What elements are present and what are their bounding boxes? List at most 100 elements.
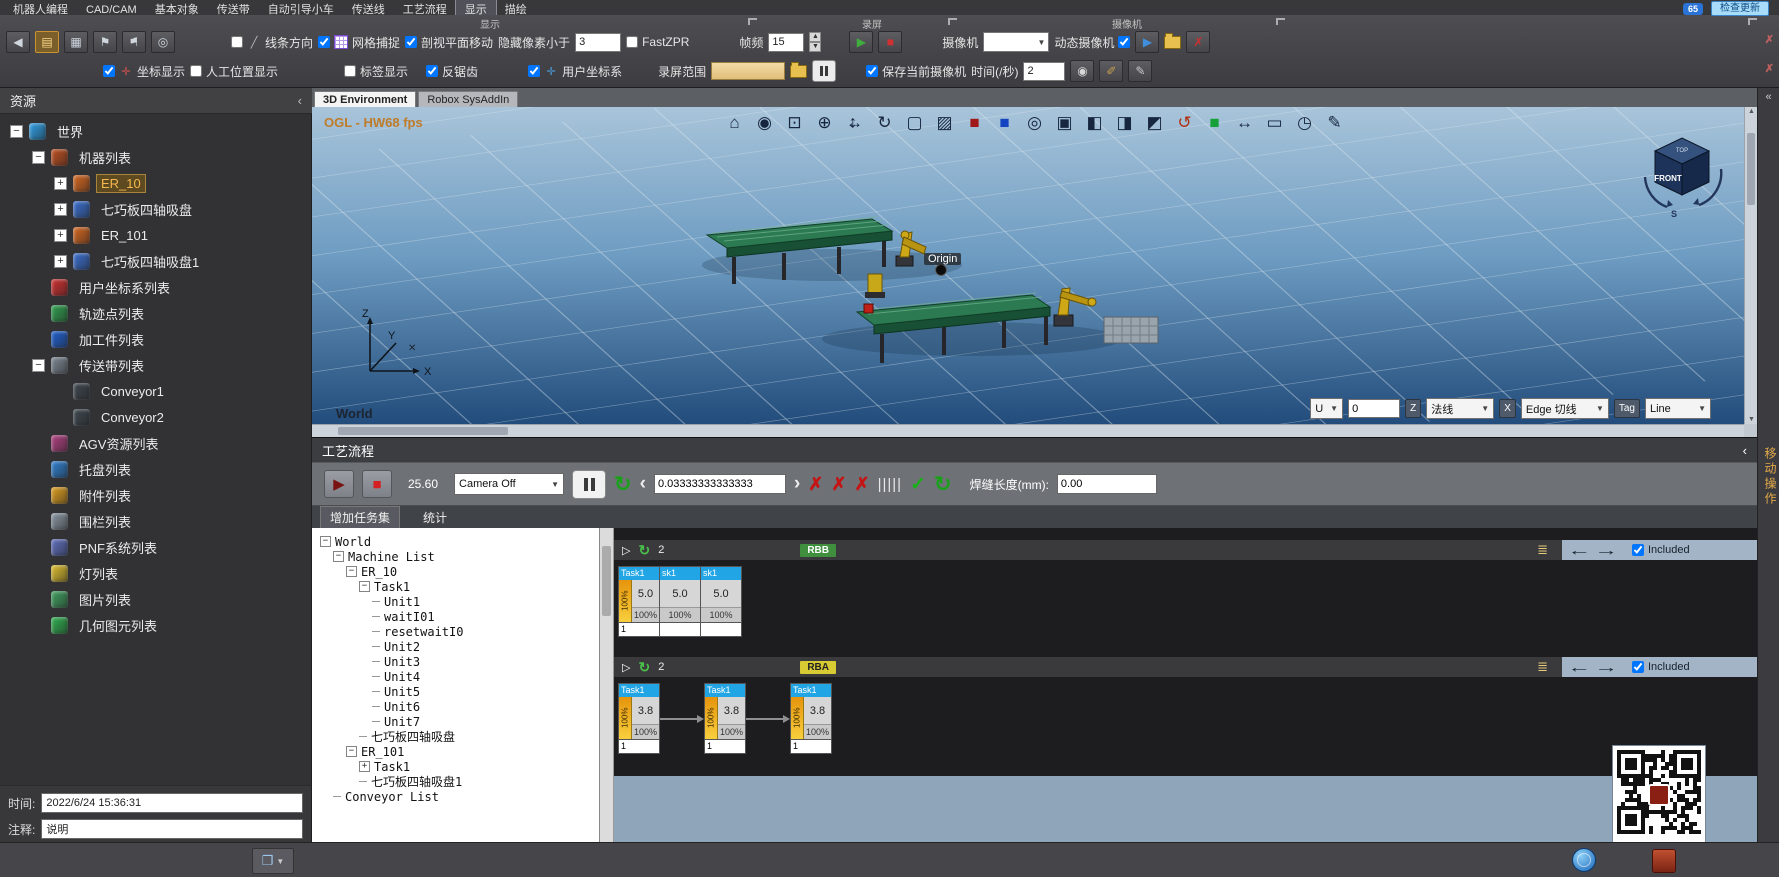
sidebar-item[interactable]: 轨迹点列表: [0, 300, 311, 326]
process-tree-scrollbar[interactable]: [600, 528, 614, 843]
tree-expander-icon[interactable]: −: [359, 581, 370, 592]
process-tree-item[interactable]: Conveyor List: [316, 789, 595, 804]
save-camera-checkbox[interactable]: 保存当前摄像机: [866, 63, 966, 80]
validate-icon[interactable]: ✓: [910, 473, 926, 496]
sidebar-item[interactable]: +七巧板四轴吸盘1: [0, 248, 311, 274]
sidebar-item[interactable]: −世界: [0, 118, 311, 144]
weld-length-input[interactable]: [1057, 474, 1157, 494]
scroll-up-icon[interactable]: ▲: [1745, 108, 1757, 115]
task-block[interactable]: Task1100%3.8100%1: [790, 683, 832, 754]
zoom-icon[interactable]: ⊕: [813, 111, 837, 135]
viewport-horizontal-scrollbar[interactable]: [312, 424, 1744, 437]
clear-row-icon[interactable]: ✗: [831, 474, 846, 495]
move-right-icon[interactable]: →: [1594, 659, 1618, 675]
sidebar-item[interactable]: AGV资源列表: [0, 430, 311, 456]
clear-icon[interactable]: ✗: [808, 474, 823, 495]
user-frame-checkbox[interactable]: ✛ 用户坐标系: [528, 63, 622, 80]
pan-icon[interactable]: ↔↔: [843, 111, 867, 135]
tab-add-task-set[interactable]: 增加任务集: [320, 506, 400, 529]
menu-item-9[interactable]: 描绘: [496, 0, 536, 15]
tree-expander-icon[interactable]: −: [32, 151, 45, 164]
save-camera-input[interactable]: [866, 65, 878, 77]
step-forward-icon[interactable]: ›: [794, 473, 800, 495]
tab-robox-sysaddin[interactable]: Robox SysAddIn: [418, 91, 518, 107]
step-up-icon[interactable]: ▲: [809, 32, 821, 42]
station-model[interactable]: [865, 274, 885, 298]
row-script-icon[interactable]: ≣: [1537, 659, 1548, 675]
collapse-right-icon[interactable]: «: [1758, 91, 1779, 103]
process-tree-item[interactable]: +Task1: [316, 759, 595, 774]
menu-item-3[interactable]: 基本对象: [146, 0, 208, 15]
process-tree-item[interactable]: 七巧板四轴吸盘: [316, 729, 595, 744]
zoom-tool-button[interactable]: ◎: [151, 31, 175, 53]
step-back-icon[interactable]: ‹: [640, 473, 646, 495]
process-tree-item[interactable]: −Task1: [316, 579, 595, 594]
camera-select[interactable]: ▼: [983, 32, 1049, 52]
sidebar-item[interactable]: Conveyor1: [0, 378, 311, 404]
u-value-input[interactable]: [1348, 399, 1400, 418]
label-display-input[interactable]: [344, 65, 356, 77]
sidebar-item[interactable]: PNF系统列表: [0, 534, 311, 560]
line-select[interactable]: Line▼: [1645, 398, 1711, 419]
viewport-3d[interactable]: OGL - HW68 fps ⌂◉⊡⊕↔↔↻▢▨■■◎▣◧◨◩↺■↔▭◷✎ Or…: [312, 107, 1757, 437]
task-block[interactable]: Task1100%3.8100%1: [618, 683, 660, 754]
account-button[interactable]: 检查更新: [1711, 1, 1769, 16]
clip-plane-icon[interactable]: ■: [993, 111, 1017, 135]
included-input[interactable]: [1632, 544, 1644, 556]
row-refresh-icon[interactable]: ↻: [638, 659, 650, 676]
timeline-bars-icon[interactable]: |||||: [878, 476, 902, 493]
sidebar-item[interactable]: 加工件列表: [0, 326, 311, 352]
tree-expander-icon[interactable]: +: [54, 203, 67, 216]
plane-yz-icon[interactable]: ◨: [1113, 111, 1137, 135]
sketch-icon[interactable]: ✎: [1323, 111, 1347, 135]
row-play-icon[interactable]: ▷: [622, 661, 630, 674]
camera-mode-select[interactable]: Camera Off▼: [454, 473, 564, 495]
view-home-icon[interactable]: ⌂: [723, 111, 747, 135]
process-tree-item[interactable]: Unit5: [316, 684, 595, 699]
grid-snap-checkbox[interactable]: 网格捕捉: [318, 34, 400, 51]
menu-item-6[interactable]: 传送线: [343, 0, 394, 15]
menu-item-1[interactable]: 机器人编程: [4, 0, 77, 15]
step-down-icon[interactable]: ▼: [809, 42, 821, 52]
measure-icon[interactable]: ↔: [1233, 111, 1257, 135]
label-display-checkbox[interactable]: 标签显示: [344, 63, 408, 80]
included-input[interactable]: [1632, 661, 1644, 673]
scroll-thumb[interactable]: [602, 546, 611, 616]
clock-icon[interactable]: ◷: [1293, 111, 1317, 135]
sidebar-item[interactable]: +七巧板四轴吸盘: [0, 196, 311, 222]
camera-time-input[interactable]: [1023, 62, 1065, 81]
process-pause-button[interactable]: [572, 470, 606, 499]
section-hatch-icon[interactable]: ▨: [933, 111, 957, 135]
navigation-cube[interactable]: TOP FRONT S: [1637, 127, 1727, 219]
tree-expander-icon[interactable]: +: [54, 229, 67, 242]
tree-expander-icon[interactable]: −: [346, 566, 357, 577]
antialias-checkbox[interactable]: 反锯齿: [426, 63, 478, 80]
included-checkbox[interactable]: Included: [1632, 544, 1690, 556]
network-globe-icon[interactable]: [1572, 848, 1596, 872]
section-move-checkbox[interactable]: 剖视平面移动: [405, 34, 493, 51]
process-tree-item[interactable]: Unit1: [316, 594, 595, 609]
row-play-icon[interactable]: ▷: [622, 544, 630, 557]
process-stop-button[interactable]: ■: [362, 470, 392, 498]
note-input[interactable]: [41, 819, 303, 839]
rotate-view-icon[interactable]: ↻: [873, 111, 897, 135]
pen-button[interactable]: ✎: [1128, 60, 1152, 82]
process-tree-item[interactable]: −World: [316, 534, 595, 549]
camera-record-button[interactable]: ◉: [1070, 60, 1094, 82]
sidebar-item[interactable]: 图片列表: [0, 586, 311, 612]
target-icon[interactable]: ◎: [1023, 111, 1047, 135]
time-input[interactable]: [41, 793, 303, 813]
sidebar-item[interactable]: −传送带列表: [0, 352, 311, 378]
dynamic-camera-input[interactable]: [1118, 36, 1130, 48]
coord-display-input[interactable]: [103, 65, 115, 77]
sidebar-item[interactable]: −机器列表: [0, 144, 311, 170]
line-direction-input[interactable]: [231, 36, 243, 48]
brush-button[interactable]: ✐: [1099, 60, 1123, 82]
camera-folder-icon[interactable]: [1164, 36, 1181, 49]
next-view-button[interactable]: ⚑: [122, 31, 146, 53]
row-refresh-icon[interactable]: ↻: [638, 542, 650, 559]
process-tree-item[interactable]: 七巧板四轴吸盘1: [316, 774, 595, 789]
record-stop-button[interactable]: ■: [878, 31, 902, 53]
dock-layout-button[interactable]: ▦: [64, 31, 88, 53]
included-checkbox[interactable]: Included: [1632, 661, 1690, 673]
